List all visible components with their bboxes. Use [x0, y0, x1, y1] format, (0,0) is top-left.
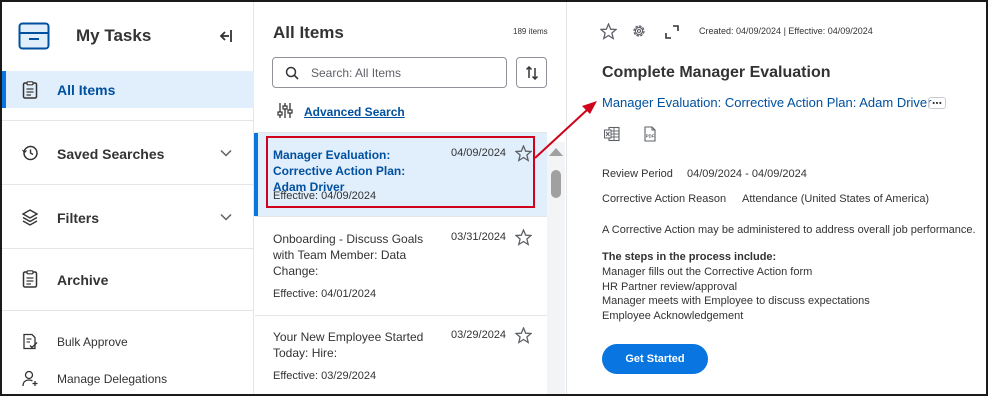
manage-delegations-label: Manage Delegations [57, 372, 168, 386]
advanced-search-link[interactable]: Advanced Search [304, 105, 405, 119]
task-title: Onboarding - Discuss Goals with Team Mem… [273, 232, 424, 278]
divider [2, 184, 254, 185]
sidebar-item-label: Filters [57, 210, 100, 226]
detail-title: Complete Manager Evaluation [602, 64, 831, 81]
sidebar-item-label: Saved Searches [57, 146, 165, 162]
review-period-value: 04/09/2024 - 04/09/2024 [687, 168, 807, 180]
step-item: Employee Acknowledgement [602, 310, 744, 322]
star-icon[interactable] [515, 327, 532, 344]
sidebar-item-saved-searches[interactable]: Saved Searches [2, 136, 254, 170]
clipboard-icon [22, 81, 38, 99]
export-pdf-icon[interactable]: PDF [642, 126, 658, 142]
task-date: 03/31/2024 [451, 231, 507, 243]
task-item-selected[interactable]: Manager Evaluation: Corrective Action Pl… [254, 133, 547, 216]
task-effective-date: Effective: 04/09/2024 [273, 190, 377, 202]
sidebar-title: My Tasks [76, 26, 152, 45]
search-input[interactable] [311, 64, 501, 82]
bulk-approve-label: Bulk Approve [57, 335, 128, 349]
sliders-icon [277, 103, 293, 118]
corrective-action-reason-value: Attendance (United States of America) [742, 193, 930, 205]
task-list-panel: All Items 189 items Advanced [254, 2, 567, 394]
star-icon[interactable] [515, 229, 532, 246]
clipboard-icon [22, 270, 38, 288]
scroll-up-arrow-icon[interactable] [548, 147, 564, 157]
gear-icon[interactable] [631, 23, 647, 39]
sidebar-item-label: All Items [57, 82, 116, 98]
task-item[interactable]: Your New Employee Started Today: Hire: 0… [255, 315, 547, 394]
sidebar: My Tasks All Items Saved Searches Filter… [2, 2, 254, 394]
inbox-icon [18, 22, 50, 50]
app-window: My Tasks All Items Saved Searches Filter… [0, 0, 988, 396]
user-plus-icon [22, 370, 38, 387]
sidebar-item-archive[interactable]: Archive [2, 262, 254, 296]
bulk-approve-button[interactable]: Bulk Approve [2, 328, 254, 356]
search-field[interactable] [272, 57, 507, 88]
sidebar-item-all-items[interactable]: All Items [2, 71, 254, 108]
divider [2, 310, 254, 311]
task-title: Manager Evaluation: Corrective Action Pl… [273, 148, 406, 194]
search-icon [285, 66, 299, 80]
manage-delegations-button[interactable]: Manage Delegations [2, 365, 254, 393]
task-effective-date: Effective: 03/29/2024 [273, 370, 377, 382]
business-process-link[interactable]: Manager Evaluation: Corrective Action Pl… [602, 95, 932, 110]
step-item: Manager meets with Employee to discuss e… [602, 295, 870, 307]
sort-icon [525, 66, 539, 80]
steps-heading: The steps in the process include: [602, 251, 777, 263]
task-title: Your New Employee Started Today: Hire: [273, 330, 424, 360]
clock-history-icon [22, 145, 38, 161]
task-date: 04/09/2024 [451, 147, 507, 159]
task-date: 03/29/2024 [451, 329, 507, 341]
approve-document-icon [23, 333, 38, 350]
collapse-sidebar-icon[interactable] [219, 28, 233, 44]
item-count: 189 items [513, 27, 548, 36]
sidebar-item-filters[interactable]: Filters [2, 200, 254, 234]
description-text: A Corrective Action may be administered … [602, 224, 976, 236]
sort-button[interactable] [516, 57, 547, 88]
expand-icon[interactable] [664, 24, 680, 40]
review-period-label: Review Period [602, 168, 673, 180]
scrollbar-thumb[interactable] [551, 170, 561, 198]
get-started-button[interactable]: Get Started [602, 344, 708, 374]
chevron-down-icon [220, 149, 232, 157]
layers-icon [22, 209, 38, 226]
divider [2, 120, 254, 121]
export-excel-icon[interactable] [604, 126, 620, 142]
created-effective-meta: Created: 04/09/2024 | Effective: 04/09/2… [699, 26, 873, 36]
task-detail-panel: Created: 04/09/2024 | Effective: 04/09/2… [568, 2, 986, 394]
more-options-icon[interactable] [928, 97, 946, 109]
list-title: All Items [273, 23, 344, 42]
chevron-down-icon [220, 213, 232, 221]
step-item: HR Partner review/approval [602, 281, 738, 293]
star-icon[interactable] [515, 145, 532, 162]
sidebar-item-label: Archive [57, 272, 109, 288]
star-icon[interactable] [600, 23, 617, 40]
task-item[interactable]: Onboarding - Discuss Goals with Team Mem… [255, 217, 547, 315]
divider [2, 248, 254, 249]
sidebar-header: My Tasks [2, 2, 254, 68]
svg-text:PDF: PDF [646, 134, 655, 139]
task-effective-date: Effective: 04/01/2024 [273, 288, 377, 300]
corrective-action-reason-label: Corrective Action Reason [602, 193, 727, 205]
step-item: Manager fills out the Corrective Action … [602, 266, 813, 278]
